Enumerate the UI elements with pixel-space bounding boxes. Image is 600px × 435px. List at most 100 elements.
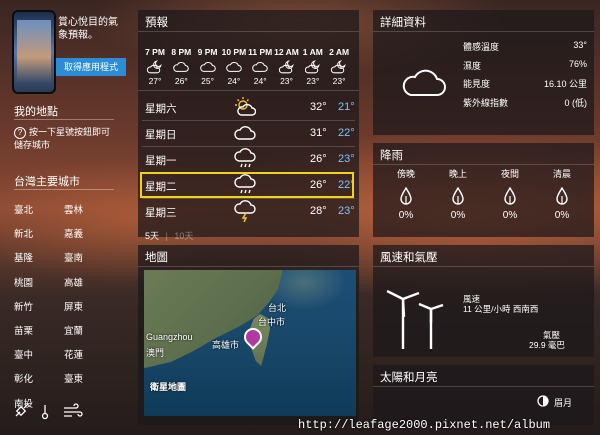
city-link[interactable]: 屏東 <box>64 299 83 313</box>
hour-item: 12 AM 23° <box>274 47 300 86</box>
rain-chance: 0% <box>450 210 466 221</box>
phone-image <box>12 10 56 94</box>
hour-temp: 24° <box>227 76 241 86</box>
hour-item: 2 AM 23° <box>326 47 352 86</box>
city-link[interactable]: 苗栗 <box>14 323 33 337</box>
hour-time: 11 PM <box>248 47 273 57</box>
rain-period: 傍晚 0% <box>384 167 428 221</box>
hour-temp: 26° <box>174 76 188 86</box>
day-row[interactable]: 星期三 28° 23° <box>138 198 359 224</box>
map-label-guangzhou: Guangzhou <box>146 332 193 342</box>
city-link[interactable]: 臺中 <box>14 347 33 361</box>
city-link[interactable]: 臺南 <box>64 250 83 264</box>
watermark-url: http://leafage2000.pixnet.net/album <box>298 418 551 432</box>
city-link[interactable]: 新竹 <box>14 299 33 313</box>
hour-item: 10 PM 24° <box>221 47 247 86</box>
city-link[interactable]: 花蓮 <box>64 347 83 361</box>
cloud-icon <box>252 62 268 72</box>
cloud-icon <box>234 126 256 140</box>
hour-temp: 27° <box>148 76 162 86</box>
cloud-icon <box>173 62 190 72</box>
day-high: 32° <box>310 101 327 113</box>
divider <box>14 189 114 190</box>
get-app-button[interactable]: 取得應用程式 <box>56 58 126 76</box>
detail-row: 能見度 16.10 公里 <box>463 77 587 90</box>
city-link[interactable]: 臺東 <box>64 371 83 385</box>
forecast-panel: 預報 7 PM 27° 8 PM 26° 9 PM 25° 10 PM 24° 11 PM 24°… <box>138 10 359 241</box>
thunderstorm-icon <box>234 200 256 222</box>
day-low: 23° <box>338 205 355 217</box>
detail-label: 紫外線指數 <box>463 97 509 108</box>
detail-label: 體感溫度 <box>463 42 500 52</box>
selected-day-highlight <box>140 172 354 198</box>
thermometer-icon[interactable] <box>41 405 49 420</box>
wind-icon[interactable] <box>64 403 83 417</box>
pressure-value: 29.9 毫巴 <box>529 340 565 350</box>
rain-period: 晚上 0% <box>436 167 480 221</box>
wind-value: 11 公里/小時 西南西 <box>463 304 539 314</box>
day-row[interactable]: 星期日 31° 22° <box>138 120 359 146</box>
hour-time: 2 AM <box>329 47 350 57</box>
sun-moon-title: 太陽和月亮 <box>380 372 438 384</box>
rain-period-label: 傍晚 <box>396 169 415 179</box>
wind-turbine-icon <box>386 289 444 349</box>
partly-cloudy-night-icon <box>331 60 346 74</box>
forecast-title: 預報 <box>145 17 168 29</box>
detail-value: 16.10 公里 <box>543 79 587 89</box>
hour-time: 12 AM <box>274 47 299 57</box>
map-label-taichung: 台中市 <box>258 317 286 327</box>
map-view[interactable]: 台北 台中市 高雄市 Guangzhou 澳門 衛星地圖 <box>144 270 356 416</box>
moon-phase-label: 眉月 <box>554 398 573 408</box>
raindrop-icon <box>452 187 464 205</box>
moon-phase-icon <box>537 395 549 407</box>
help-icon: ? <box>14 126 26 139</box>
city-link[interactable]: 宜蘭 <box>64 323 83 337</box>
cloud-icon <box>402 69 446 96</box>
day-row[interactable]: 星期六 32° 21° <box>138 94 359 120</box>
day-row[interactable]: 星期一 26° 23° <box>138 146 359 172</box>
promo-panel: 賞心悅目的氣象預報。 取得應用程式 <box>12 8 126 94</box>
day-name: 星期一 <box>145 155 177 167</box>
satellite-icon[interactable] <box>15 403 29 417</box>
day-name: 星期六 <box>145 103 177 115</box>
wind-panel: 風速和氣壓 風速 11 公里/小時 西南西 氣壓 29.9 毫巴 <box>373 245 594 357</box>
rain-icon <box>234 148 256 168</box>
city-link[interactable]: 基隆 <box>14 250 33 264</box>
cloud-icon <box>199 62 216 72</box>
hour-temp: 23° <box>306 76 320 86</box>
hour-time: 10 PM <box>221 47 247 57</box>
city-link[interactable]: 高雄 <box>64 275 83 289</box>
rain-period: 清晨 0% <box>540 167 584 221</box>
tab-10-day[interactable]: 10天 <box>174 231 193 241</box>
detail-row: 體感溫度 33° <box>463 40 587 53</box>
partly-cloudy-night-icon <box>304 60 320 74</box>
hour-temp: 24° <box>253 76 267 86</box>
partly-cloudy-night-icon <box>147 60 162 74</box>
hour-item: 11 PM 24° <box>247 47 273 86</box>
map-label-kaohsiung: 高雄市 <box>212 340 240 350</box>
details-title: 詳細資料 <box>380 17 426 29</box>
rain-period-label: 夜間 <box>500 169 519 179</box>
details-panel: 詳細資料 體感溫度 33° 濕度 76% 能見度 16.10 公里 紫外線指數 0 (低) <box>373 10 594 135</box>
city-link[interactable]: 桃園 <box>14 275 33 289</box>
hour-time: 1 AM <box>302 47 323 57</box>
raindrop-icon <box>400 187 412 205</box>
map-label-satellite: 衛星地圖 <box>150 382 187 392</box>
hour-temp: 23° <box>332 76 346 86</box>
hour-temp: 23° <box>280 76 293 86</box>
hour-item: 1 AM 23° <box>300 47 326 86</box>
tab-5-day[interactable]: 5天 <box>145 231 159 241</box>
day-high: 28° <box>310 205 327 217</box>
raindrop-icon <box>556 187 568 205</box>
day-low: 21° <box>338 101 355 113</box>
city-link[interactable]: 彰化 <box>14 371 33 385</box>
city-link[interactable]: 臺北 <box>14 202 33 216</box>
city-link[interactable]: 雲林 <box>64 202 83 216</box>
detail-value: 33° <box>573 40 587 50</box>
map-layer-icons <box>14 402 94 425</box>
day-high: 26° <box>310 153 327 165</box>
city-link[interactable]: 嘉義 <box>64 226 83 240</box>
cloud-icon <box>226 62 242 72</box>
city-link[interactable]: 新北 <box>14 226 33 240</box>
save-city-help[interactable]: ? 按一下星號按鈕即可儲存城市 <box>14 126 114 151</box>
